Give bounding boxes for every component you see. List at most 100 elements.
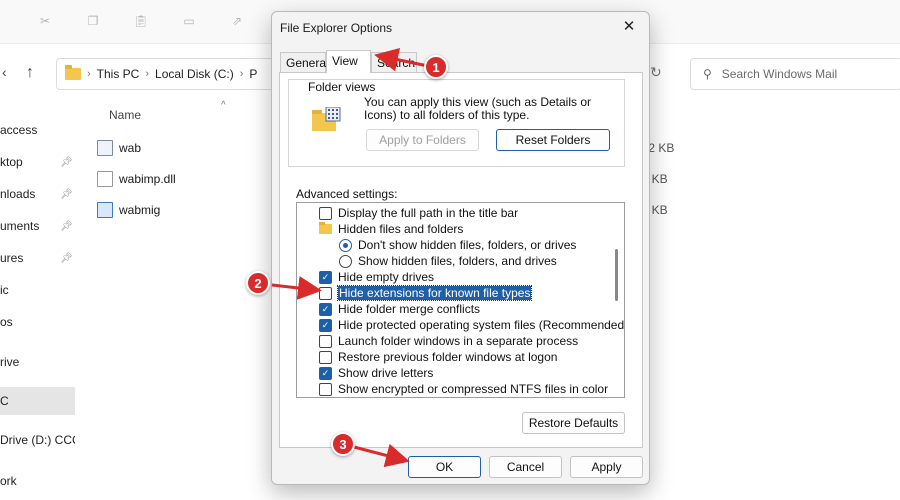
checkbox[interactable]: ✓ bbox=[319, 366, 332, 380]
nav-item-label: uments bbox=[0, 219, 40, 233]
advanced-setting-label: Show drive letters bbox=[338, 366, 434, 380]
navigation-pane: access ktop 📌︎ nloads 📌︎ uments 📌︎ ures 📌︎ i… bbox=[0, 108, 80, 500]
pin-icon: 📌︎ bbox=[60, 220, 73, 232]
folder-icon bbox=[319, 222, 332, 234]
share-icon[interactable]: ⇗ bbox=[226, 10, 248, 32]
advanced-setting-row[interactable]: ✓ Hide protected operating system files (… bbox=[297, 317, 624, 333]
nav-item-this-pc[interactable]: C bbox=[0, 387, 75, 415]
search-placeholder: Search Windows Mail bbox=[721, 67, 838, 81]
up-arrow-icon[interactable]: ↑ bbox=[26, 64, 34, 82]
nav-item-drive-d[interactable]: Drive (D:) CCCC bbox=[0, 426, 75, 454]
folder-view-icon bbox=[312, 107, 341, 131]
advanced-setting-row[interactable]: Don't show hidden files, folders, or dri… bbox=[297, 237, 611, 253]
search-icon: ⚲ bbox=[703, 67, 712, 81]
paste-icon[interactable]: 📋︎ bbox=[130, 10, 152, 32]
nav-item-videos[interactable]: os bbox=[0, 308, 75, 336]
checkbox[interactable] bbox=[319, 334, 332, 348]
checkbox[interactable]: ✓ bbox=[319, 270, 332, 284]
advanced-setting-row[interactable]: Display the full path in the title bar bbox=[297, 205, 611, 221]
cancel-button[interactable]: Cancel bbox=[489, 456, 562, 478]
back-chevron-icon[interactable]: ‹ bbox=[2, 64, 7, 80]
copy-icon[interactable]: ❐ bbox=[82, 10, 104, 32]
step-marker-3: 3 bbox=[331, 432, 355, 456]
nav-item-label: ork bbox=[0, 474, 17, 488]
nav-item-downloads[interactable]: nloads 📌︎ bbox=[0, 180, 75, 208]
advanced-settings-list[interactable]: Display the full path in the title bar Hi… bbox=[296, 202, 625, 398]
advanced-setting-row[interactable]: ✓ Hide empty drives bbox=[297, 269, 611, 285]
nav-item-onedrive[interactable]: rive bbox=[0, 348, 75, 376]
exe-icon bbox=[97, 140, 113, 156]
advanced-setting-row[interactable]: Launch folder windows in a separate proc… bbox=[297, 333, 611, 349]
nav-item-label: ic bbox=[0, 283, 9, 297]
tab-search[interactable]: Search bbox=[371, 52, 417, 72]
sort-up-icon: ^ bbox=[221, 100, 226, 111]
checkbox[interactable] bbox=[319, 286, 332, 300]
nav-item-desktop[interactable]: ktop 📌︎ bbox=[0, 148, 75, 176]
checkbox[interactable] bbox=[319, 382, 332, 396]
checkbox[interactable]: ✓ bbox=[319, 302, 332, 316]
breadcrumb-item[interactable]: This PC bbox=[97, 67, 140, 81]
address-bar[interactable]: › This PC › Local Disk (C:) › P bbox=[56, 58, 276, 90]
radio-button[interactable] bbox=[339, 254, 352, 268]
cut-icon[interactable]: ✂ bbox=[34, 10, 56, 32]
nav-item-music[interactable]: ic bbox=[0, 276, 75, 304]
advanced-setting-label: Hide empty drives bbox=[338, 270, 435, 284]
search-input[interactable]: ⚲ Search Windows Mail bbox=[690, 58, 900, 90]
rename-icon[interactable]: ▭ bbox=[178, 10, 200, 32]
advanced-setting-label: Display the full path in the title bar bbox=[338, 206, 519, 220]
nav-item-documents[interactable]: uments 📌︎ bbox=[0, 212, 75, 240]
advanced-setting-label: Don't show hidden files, folders, or dri… bbox=[358, 238, 577, 252]
column-header-name[interactable]: Name bbox=[109, 108, 141, 122]
restore-defaults-button[interactable]: Restore Defaults bbox=[522, 412, 625, 434]
nav-item-quick-access[interactable]: access bbox=[0, 116, 75, 144]
apply-to-folders-button[interactable]: Apply to Folders bbox=[366, 129, 479, 151]
nav-item-label: os bbox=[0, 315, 13, 329]
dialog-title: File Explorer Options bbox=[280, 21, 393, 35]
scrollbar-thumb[interactable] bbox=[615, 249, 618, 301]
apply-button[interactable]: Apply bbox=[570, 456, 643, 478]
advanced-setting-label: Show encrypted or compressed NTFS files … bbox=[338, 382, 609, 396]
tab-general[interactable]: General bbox=[280, 52, 329, 72]
checkbox[interactable] bbox=[319, 350, 332, 364]
advanced-setting-label: Hidden files and folders bbox=[338, 222, 464, 236]
nav-item-network[interactable]: ork bbox=[0, 467, 75, 495]
nav-item-pictures[interactable]: ures 📌︎ bbox=[0, 244, 75, 272]
nav-item-label: access bbox=[0, 123, 38, 137]
advanced-setting-label: Hide folder merge conflicts bbox=[338, 302, 481, 316]
folder-views-description: You can apply this view (such as Details… bbox=[364, 95, 592, 122]
advanced-setting-row[interactable]: Show hidden files, folders, and drives bbox=[297, 253, 611, 269]
radio-button[interactable] bbox=[339, 238, 352, 252]
checkbox[interactable] bbox=[319, 206, 332, 220]
pin-icon: 📌︎ bbox=[60, 252, 73, 264]
reset-folders-button[interactable]: Reset Folders bbox=[496, 129, 610, 151]
pin-icon: 📌︎ bbox=[60, 156, 73, 168]
dll-icon bbox=[97, 171, 113, 187]
nav-item-label: nloads bbox=[0, 187, 36, 201]
breadcrumb-item[interactable]: P bbox=[249, 67, 257, 81]
advanced-setting-row[interactable]: Hidden files and folders bbox=[297, 221, 611, 237]
advanced-setting-row[interactable]: ✓ Hide folder merge conflicts bbox=[297, 301, 611, 317]
advanced-setting-row[interactable]: ✓ Show drive letters bbox=[297, 365, 611, 381]
advanced-setting-row[interactable]: Hide extensions for known file types bbox=[297, 285, 611, 301]
advanced-settings-label: Advanced settings: bbox=[296, 187, 398, 201]
advanced-setting-label: Launch folder windows in a separate proc… bbox=[338, 334, 579, 348]
breadcrumb-item[interactable]: Local Disk (C:) bbox=[155, 67, 234, 81]
advanced-setting-row[interactable]: Restore previous folder windows at logon bbox=[297, 349, 611, 365]
ok-button[interactable]: OK bbox=[408, 456, 481, 478]
advanced-setting-label: Hide protected operating system files (R… bbox=[338, 318, 625, 332]
nav-item-label: ktop bbox=[0, 155, 23, 169]
file-name: wabmig bbox=[119, 203, 161, 217]
folder-icon bbox=[65, 65, 81, 80]
close-icon[interactable]: ✕ bbox=[619, 17, 639, 35]
refresh-icon[interactable]: ↻ bbox=[650, 64, 662, 81]
advanced-setting-label: Hide extensions for known file types bbox=[336, 285, 533, 301]
advanced-setting-row[interactable]: Show encrypted or compressed NTFS files … bbox=[297, 381, 611, 397]
chevron-right-icon: › bbox=[87, 68, 91, 80]
chevron-right-icon: › bbox=[239, 68, 244, 80]
tab-view[interactable]: View bbox=[326, 50, 371, 73]
file-explorer-options-dialog: File Explorer Options ✕ General View Sea… bbox=[271, 11, 650, 485]
step-marker-1: 1 bbox=[424, 55, 448, 79]
checkbox[interactable]: ✓ bbox=[319, 318, 332, 332]
folder-views-label: Folder views bbox=[306, 80, 378, 94]
step-marker-2: 2 bbox=[246, 271, 270, 295]
